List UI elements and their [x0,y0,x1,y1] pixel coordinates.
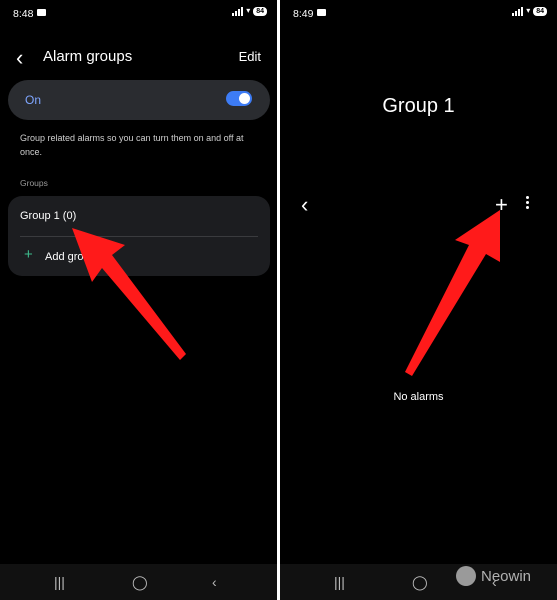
neowin-logo-icon [456,566,476,586]
annotation-arrows [72,210,500,376]
watermark: Neowin [456,566,531,586]
left-annotation-arrow [72,228,186,360]
right-annotation-arrow [405,210,500,376]
watermark-text: Neowin [481,567,532,585]
